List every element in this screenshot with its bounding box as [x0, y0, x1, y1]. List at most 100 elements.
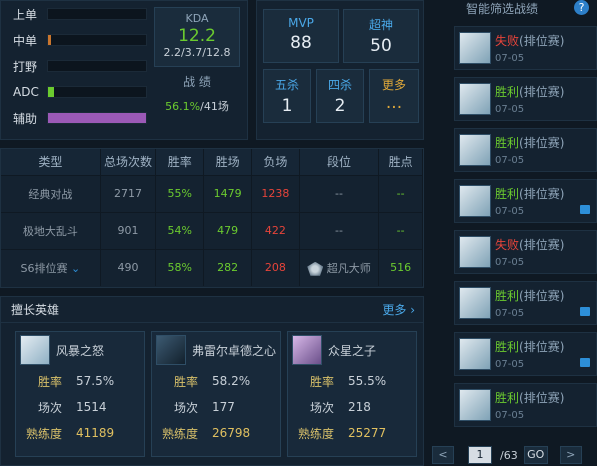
best-heroes-panel: 擅长英雄 更多 › 风暴之怒 胜率 57.5% 场次 1514 熟练度 41189 弗雷尔卓德…: [0, 296, 424, 466]
hero-portrait: [459, 134, 491, 166]
lane-bar: [47, 8, 147, 20]
mode-type: 极地大乱斗: [1, 211, 101, 249]
match-date: 07-05: [495, 257, 525, 268]
lane-stats-panel: 上单 中单 打野 ADC 辅助 KDA 12.2 2.2/3.7/12.8 战 绩 56…: [0, 0, 248, 140]
column-header: 段位: [299, 149, 380, 175]
match-result: 失败(排位赛): [495, 236, 564, 253]
mvp-label: MVP: [288, 16, 314, 30]
match-outcome: 胜利: [495, 136, 520, 150]
match-item[interactable]: 失败(排位赛) 07-05: [454, 230, 597, 274]
match-date: 07-05: [495, 104, 525, 115]
table-row: 极地大乱斗 901 54% 479 422 -- --: [1, 211, 423, 249]
godlike-label: 超神: [368, 18, 393, 32]
record-games: 41场: [203, 100, 229, 113]
lane-row: 辅助: [13, 109, 147, 127]
hero-portrait: [156, 335, 186, 365]
rank-cell: --: [299, 211, 380, 249]
hero-games-label: 场次: [173, 400, 198, 415]
record-label: 战 绩: [183, 75, 211, 89]
hero-card[interactable]: 众星之子 胜率 55.5% 场次 218 熟练度 25277: [287, 331, 417, 457]
hero-mastery-label: 熟练度: [161, 426, 198, 441]
kda-deaths: 3.7: [184, 46, 203, 59]
kda-label: KDA: [185, 12, 209, 25]
more-honors-button[interactable]: 更多 ...: [369, 69, 419, 123]
chevron-down-icon[interactable]: ⌄: [71, 262, 80, 275]
lane-bar: [47, 60, 147, 72]
match-result: 胜利(排位赛): [495, 185, 564, 202]
table-row: S6排位赛 ⌄ 490 58% 282 208 超凡大师 516: [1, 248, 423, 286]
lane-bar: [47, 34, 147, 46]
match-item[interactable]: 失败(排位赛) 07-05: [454, 26, 597, 70]
kda-assists: 12.8: [205, 46, 231, 59]
record-value: 56.1%/41场: [154, 98, 240, 114]
match-item[interactable]: 胜利(排位赛) 07-05: [454, 179, 597, 223]
column-header: 胜点: [378, 149, 423, 175]
total-games: 490: [100, 248, 157, 286]
screenshot-icon[interactable]: [580, 307, 590, 316]
match-mode: (排位赛): [519, 238, 565, 252]
prev-page-button[interactable]: <: [432, 446, 454, 464]
total-games: 901: [100, 211, 157, 249]
hero-portrait: [459, 338, 491, 370]
hero-mastery-label: 熟练度: [25, 426, 62, 441]
match-mode: (排位赛): [519, 136, 565, 150]
page-input[interactable]: 1: [468, 446, 492, 464]
hero-games: 218: [348, 400, 371, 414]
lane-row: ADC: [13, 83, 147, 101]
pagination: < 1 /63 GO >: [432, 444, 597, 466]
next-page-button[interactable]: >: [559, 446, 582, 464]
penta-label: 五杀: [274, 78, 299, 92]
match-outcome: 胜利: [495, 187, 520, 201]
table-header-row: 类型 总场次数 胜率 胜场 负场 段位 胜点: [1, 149, 423, 175]
hero-games: 177: [212, 400, 235, 414]
mvp-count: 88: [290, 33, 312, 53]
league-points: --: [378, 174, 423, 212]
match-mode: (排位赛): [519, 391, 565, 405]
match-outcome: 胜利: [495, 85, 520, 99]
screenshot-icon[interactable]: [580, 358, 590, 367]
losses: 208: [251, 248, 300, 286]
match-item[interactable]: 胜利(排位赛) 07-05: [454, 77, 597, 121]
quadra-box[interactable]: 四杀 2: [316, 69, 364, 123]
mode-stats-table: 类型 总场次数 胜率 胜场 负场 段位 胜点 经典对战 2717 55% 1479 1238 -- --…: [0, 148, 424, 288]
lane-bar-fill: [48, 87, 54, 97]
hero-card[interactable]: 风暴之怒 胜率 57.5% 场次 1514 熟练度 41189: [15, 331, 145, 457]
win-rate: 55%: [155, 174, 205, 212]
hero-name: 弗雷尔卓德之心: [192, 343, 277, 358]
match-date: 07-05: [495, 155, 525, 166]
wins: 282: [203, 248, 252, 286]
match-item[interactable]: 胜利(排位赛) 07-05: [454, 383, 597, 427]
hero-portrait: [459, 83, 491, 115]
losses: 1238: [251, 174, 300, 212]
match-history-title: 智能筛选战绩: [466, 2, 539, 16]
hero-mastery-label: 熟练度: [297, 426, 334, 441]
lane-name: 辅助: [13, 111, 38, 126]
mvp-box[interactable]: MVP 88: [263, 9, 339, 63]
go-button[interactable]: GO: [523, 446, 548, 464]
hero-portrait: [459, 32, 491, 64]
match-item[interactable]: 胜利(排位赛) 07-05: [454, 332, 597, 376]
match-result: 胜利(排位赛): [495, 338, 564, 355]
lane-row: 中单: [13, 31, 147, 49]
hero-name: 风暴之怒: [56, 343, 105, 358]
rank-emblem-icon: [307, 261, 324, 276]
penta-count: 1: [281, 96, 293, 116]
more-heroes-link[interactable]: 更多 ›: [382, 301, 415, 318]
hero-card[interactable]: 弗雷尔卓德之心 胜率 58.2% 场次 177 熟练度 26798: [151, 331, 281, 457]
hero-games: 1514: [76, 400, 107, 414]
losses: 422: [251, 211, 300, 249]
table-row: 经典对战 2717 55% 1479 1238 -- --: [1, 174, 423, 212]
match-item[interactable]: 胜利(排位赛) 07-05: [454, 128, 597, 172]
godlike-box[interactable]: 超神 50: [343, 9, 419, 63]
lane-bar-fill: [48, 113, 146, 123]
screenshot-icon[interactable]: [580, 205, 590, 214]
quadra-count: 2: [334, 96, 346, 116]
penta-box[interactable]: 五杀 1: [263, 69, 311, 123]
match-item[interactable]: 胜利(排位赛) 07-05: [454, 281, 597, 325]
kda-kills: 2.2: [163, 46, 182, 59]
mode-type: 经典对战: [1, 174, 101, 212]
hero-winrate: 58.2%: [212, 374, 251, 388]
help-icon[interactable]: ?: [574, 0, 589, 15]
hero-name: 众星之子: [328, 343, 377, 358]
honors-panel: MVP 88 超神 50 五杀 1 四杀 2 更多 ...: [256, 0, 424, 140]
